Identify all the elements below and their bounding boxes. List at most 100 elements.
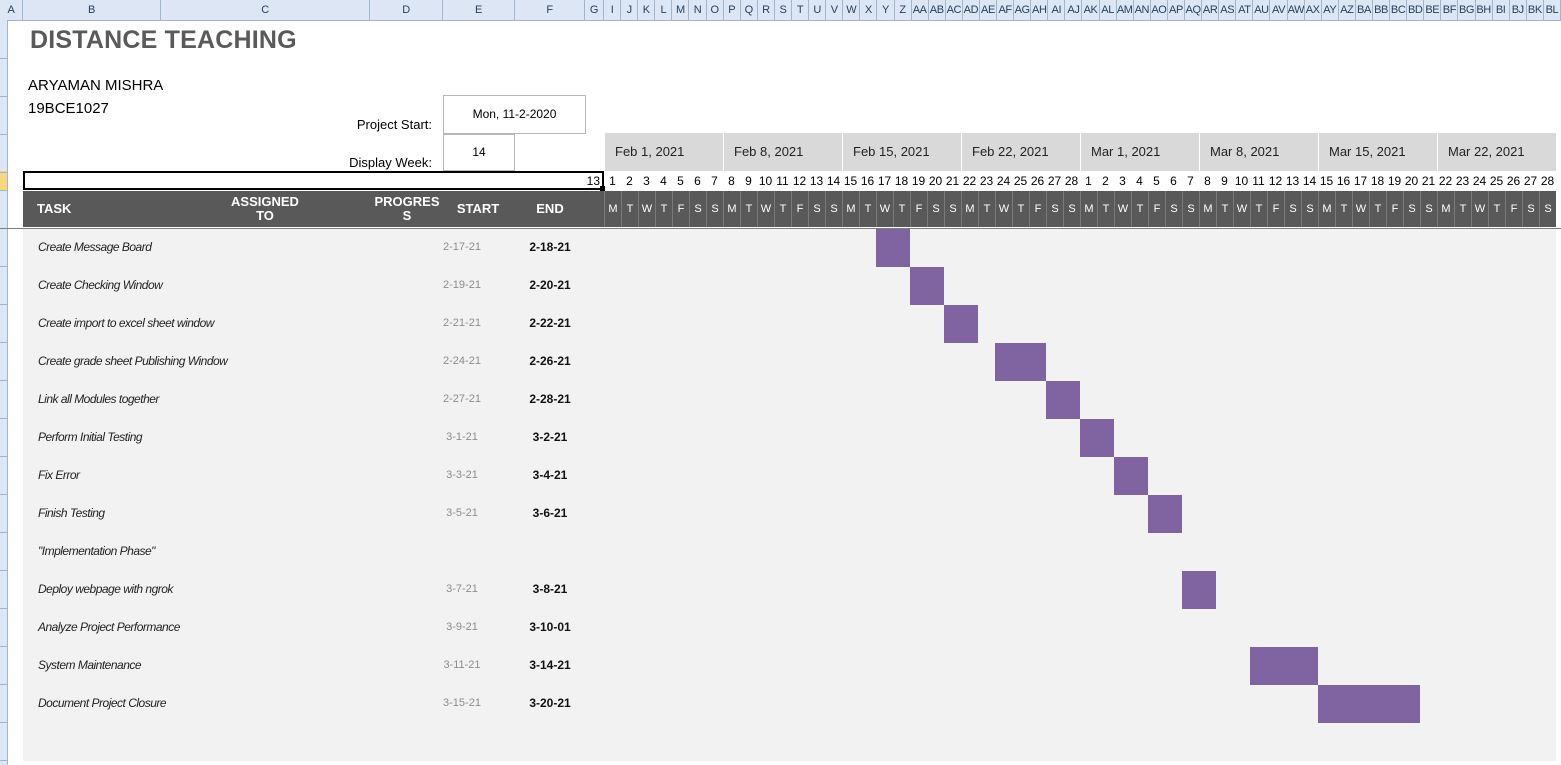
column-header-x[interactable]: X <box>860 0 878 20</box>
column-header-m[interactable]: M <box>672 0 690 20</box>
column-header-au[interactable]: AU <box>1253 0 1271 20</box>
column-header-w[interactable]: W <box>843 0 861 20</box>
column-header-z[interactable]: Z <box>895 0 912 20</box>
task-name[interactable]: Fix Error <box>38 468 80 482</box>
column-header-t[interactable]: T <box>792 0 810 20</box>
task-name[interactable]: Create import to excel sheet window <box>38 316 214 330</box>
column-header-y[interactable]: Y <box>877 0 895 20</box>
task-end-date[interactable]: 3-2-21 <box>518 430 582 444</box>
column-header-c[interactable]: C <box>161 0 370 20</box>
task-name[interactable]: Finish Testing <box>38 506 105 520</box>
task-start-date[interactable]: 2-19-21 <box>430 279 494 291</box>
column-header-bb[interactable]: BB <box>1373 0 1391 20</box>
column-header-a[interactable]: A <box>0 0 23 20</box>
task-name[interactable]: System Maintenance <box>38 658 142 672</box>
column-header-an[interactable]: AN <box>1134 0 1151 20</box>
task-name[interactable]: Perform Initial Testing <box>38 430 143 444</box>
column-header-aj[interactable]: AJ <box>1065 0 1083 20</box>
column-header-k[interactable]: K <box>638 0 656 20</box>
column-header-ar[interactable]: AR <box>1202 0 1220 20</box>
column-header-u[interactable]: U <box>809 0 827 20</box>
task-start-date[interactable]: 3-9-21 <box>430 621 494 633</box>
column-header-at[interactable]: AT <box>1236 0 1254 20</box>
column-header-bk[interactable]: BK <box>1527 0 1544 20</box>
column-header-bg[interactable]: BG <box>1458 0 1476 20</box>
column-header-aq[interactable]: AQ <box>1185 0 1203 20</box>
column-header-s[interactable]: S <box>775 0 792 20</box>
column-header-ah[interactable]: AH <box>1031 0 1049 20</box>
column-header-af[interactable]: AF <box>997 0 1015 20</box>
task-end-date[interactable]: 3-6-21 <box>518 506 582 520</box>
display-week-input[interactable]: 14 <box>443 134 515 171</box>
column-header-o[interactable]: O <box>707 0 724 20</box>
column-header-j[interactable]: J <box>621 0 639 20</box>
column-header-q[interactable]: Q <box>741 0 758 20</box>
column-header-i[interactable]: I <box>604 0 622 20</box>
task-end-date[interactable]: 2-28-21 <box>518 392 582 406</box>
column-header-ba[interactable]: BA <box>1356 0 1373 20</box>
task-end-date[interactable]: 2-26-21 <box>518 354 582 368</box>
task-end-date[interactable]: 3-10-01 <box>518 620 582 634</box>
column-header-am[interactable]: AM <box>1117 0 1134 20</box>
task-end-date[interactable]: 2-20-21 <box>518 278 582 292</box>
column-header-bf[interactable]: BF <box>1441 0 1459 20</box>
column-header-aa[interactable]: AA <box>912 0 929 20</box>
column-header-bh[interactable]: BH <box>1476 0 1493 20</box>
column-header-bd[interactable]: BD <box>1407 0 1425 20</box>
column-header-aw[interactable]: AW <box>1288 0 1305 20</box>
active-cell[interactable]: 13 <box>23 171 604 190</box>
column-header-bc[interactable]: BC <box>1390 0 1408 20</box>
task-start-date[interactable]: 3-3-21 <box>430 469 494 481</box>
column-header-ag[interactable]: AG <box>1014 0 1032 20</box>
column-header-ac[interactable]: AC <box>946 0 963 20</box>
task-end-date[interactable]: 3-8-21 <box>518 582 582 596</box>
task-name[interactable]: Create Message Board <box>38 240 152 254</box>
task-end-date[interactable]: 2-22-21 <box>518 316 582 330</box>
column-header-d[interactable]: D <box>370 0 443 20</box>
task-end-date[interactable]: 3-20-21 <box>518 696 582 710</box>
task-start-date[interactable]: 2-24-21 <box>430 355 494 367</box>
column-header-ay[interactable]: AY <box>1322 0 1339 20</box>
column-header-f[interactable]: F <box>515 0 585 20</box>
task-start-date[interactable]: 3-5-21 <box>430 507 494 519</box>
task-name[interactable]: Document Project Closure <box>38 696 167 710</box>
column-header-ab[interactable]: AB <box>929 0 946 20</box>
column-header-ae[interactable]: AE <box>980 0 998 20</box>
column-header-be[interactable]: BE <box>1424 0 1442 20</box>
column-header-al[interactable]: AL <box>1100 0 1117 20</box>
task-start-date[interactable]: 3-15-21 <box>430 697 494 709</box>
task-name[interactable]: Create Checking Window <box>38 278 163 292</box>
column-header-n[interactable]: N <box>689 0 707 20</box>
column-header-g[interactable]: G <box>585 0 604 20</box>
task-start-date[interactable]: 3-7-21 <box>430 583 494 595</box>
task-end-date[interactable]: 2-18-21 <box>518 240 582 254</box>
column-header-b[interactable]: B <box>23 0 161 20</box>
column-header-bj[interactable]: BJ <box>1510 0 1527 20</box>
task-start-date[interactable]: 3-11-21 <box>430 659 494 671</box>
task-name[interactable]: "Implementation Phase" <box>38 544 155 558</box>
task-start-date[interactable]: 2-21-21 <box>430 317 494 329</box>
column-header-bl[interactable]: BL <box>1544 0 1561 20</box>
task-name[interactable]: Create grade sheet Publishing Window <box>38 354 228 368</box>
column-header-r[interactable]: R <box>758 0 775 20</box>
task-start-date[interactable]: 3-1-21 <box>430 431 494 443</box>
task-name[interactable]: Deploy webpage with ngrok <box>38 582 173 596</box>
task-end-date[interactable]: 3-4-21 <box>518 468 582 482</box>
column-header-av[interactable]: AV <box>1270 0 1288 20</box>
task-end-date[interactable]: 3-14-21 <box>518 658 582 672</box>
column-header-e[interactable]: E <box>443 0 515 20</box>
column-header-v[interactable]: V <box>826 0 844 20</box>
task-start-date[interactable]: 2-17-21 <box>430 241 494 253</box>
column-header-ak[interactable]: AK <box>1083 0 1100 20</box>
task-name[interactable]: Analyze Project Performance <box>38 620 180 634</box>
column-header-ad[interactable]: AD <box>963 0 980 20</box>
project-start-input[interactable]: Mon, 11-2-2020 <box>443 95 586 134</box>
column-header-p[interactable]: P <box>724 0 741 20</box>
column-header-bi[interactable]: BI <box>1493 0 1510 20</box>
column-header-ai[interactable]: AI <box>1048 0 1066 20</box>
column-header-ap[interactable]: AP <box>1168 0 1186 20</box>
column-header-az[interactable]: AZ <box>1339 0 1356 20</box>
column-header-ao[interactable]: AO <box>1151 0 1168 20</box>
column-header-as[interactable]: AS <box>1219 0 1237 20</box>
task-name[interactable]: Link all Modules together <box>38 392 159 406</box>
